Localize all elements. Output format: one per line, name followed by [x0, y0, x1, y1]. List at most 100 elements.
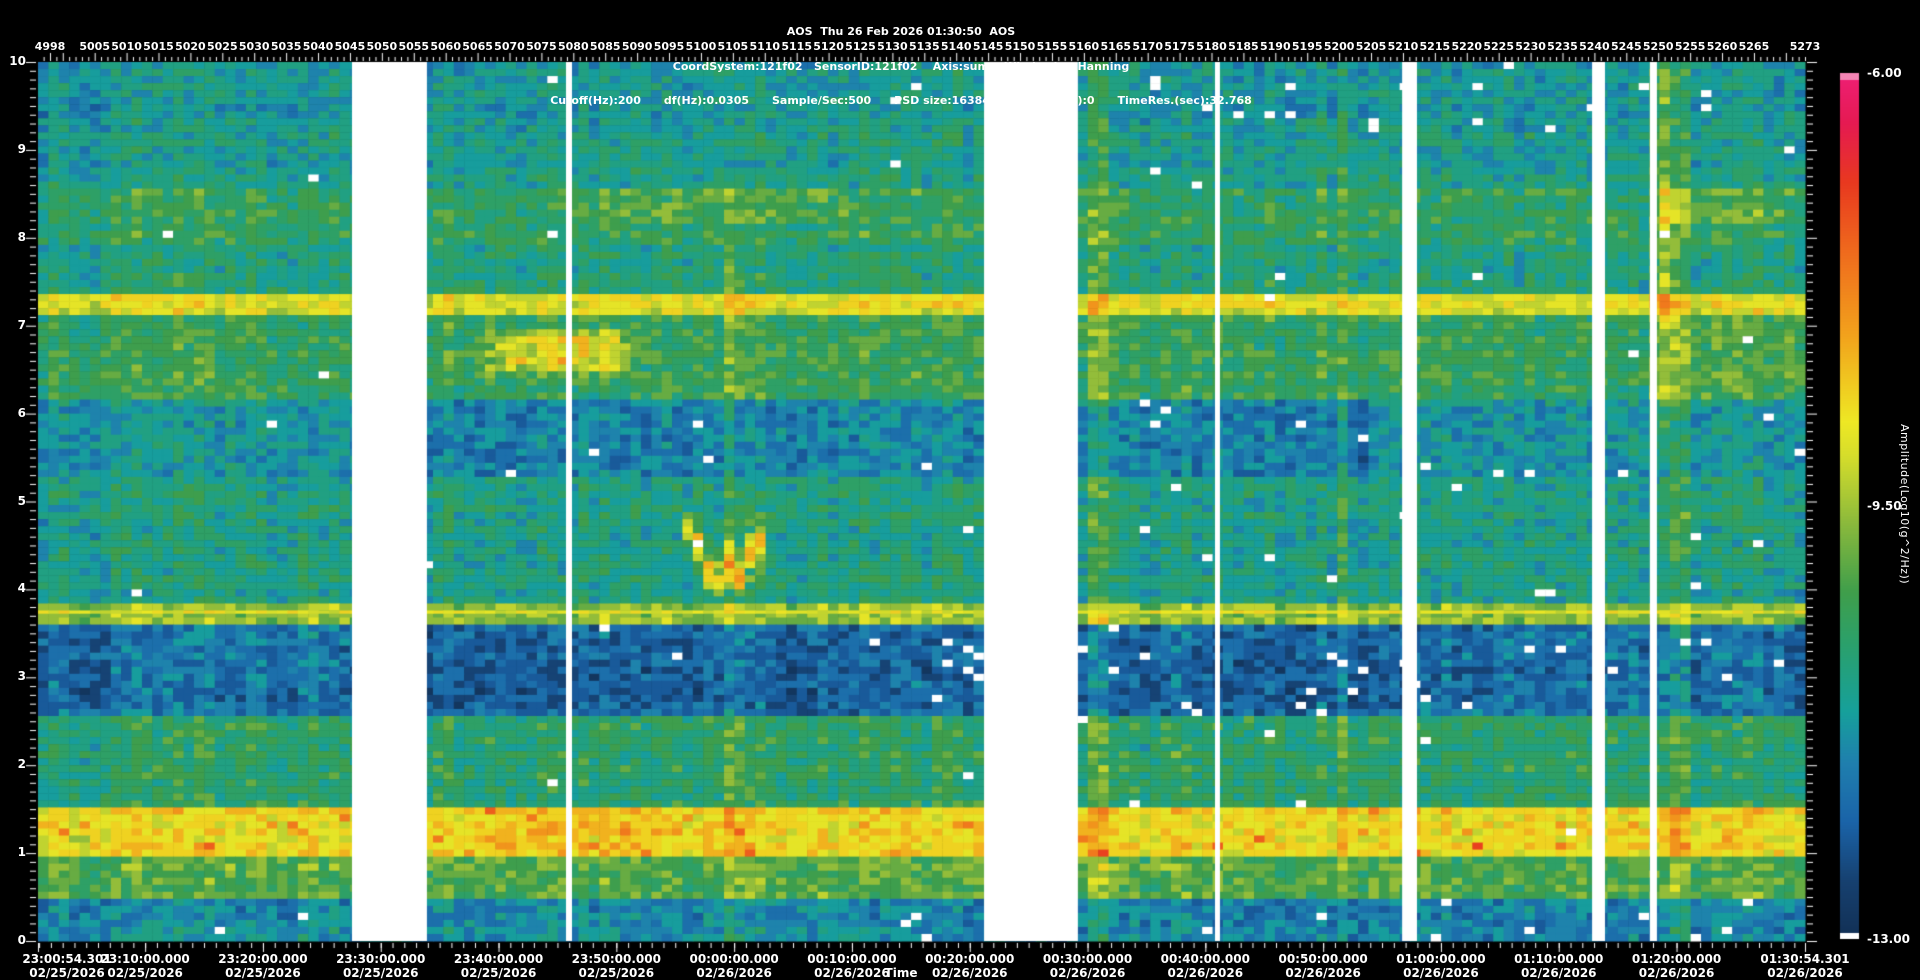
time-tick-label: 00:00:00.000 02/26/2026: [669, 952, 799, 980]
record-label: 5075: [526, 40, 557, 53]
record-label: 5140: [940, 40, 972, 53]
time-tick-date: 02/26/2026: [696, 966, 772, 980]
time-tick-time: 01:30:54.301: [1760, 952, 1850, 966]
time-tick-date: 02/25/2026: [107, 966, 183, 980]
time-tick-date: 02/26/2026: [1767, 966, 1843, 980]
time-tick-label: 23:20:00.000 02/25/2026: [198, 952, 328, 980]
record-label: 5160: [1068, 40, 1100, 53]
record-label: 5125: [845, 40, 876, 53]
time-tick-date: 02/26/2026: [1520, 966, 1597, 980]
record-label: 5045: [334, 40, 366, 53]
record-label: 5215: [1419, 40, 1451, 53]
time-tick-label: 23:40:00.000 02/25/2026: [434, 952, 564, 980]
record-label: 5150: [1004, 40, 1036, 53]
record-label: 5245: [1610, 40, 1642, 53]
frequency-tick-label: 9: [17, 141, 26, 156]
record-label: 5005: [79, 40, 110, 53]
record-label: 5195: [1291, 40, 1323, 53]
record-label: 5010: [111, 40, 142, 53]
record-label: 5105: [717, 40, 749, 53]
record-label: 5100: [685, 40, 717, 53]
frequency-tick-label: 1: [17, 845, 26, 860]
record-label: 5080: [557, 40, 589, 53]
record-label: 5165: [1100, 40, 1132, 53]
frequency-tick-label: 6: [17, 405, 26, 420]
record-label: 5115: [781, 40, 812, 53]
spectrogram-app-window: AOS Thu 26 Feb 2026 01:30:50 AOS CoordSy…: [0, 0, 1920, 980]
time-tick-label: 01:20:00.000 02/26/2026: [1612, 952, 1742, 980]
time-tick-label: 01:30:54.301 02/26/2026: [1740, 952, 1870, 980]
record-label: 5260: [1706, 40, 1738, 53]
record-label: 5095: [653, 40, 685, 53]
time-axis-title: Time: [884, 966, 918, 980]
frequency-tick-label: 2: [17, 757, 26, 772]
time-tick-date: 02/25/2026: [578, 966, 655, 980]
record-label: 5030: [238, 40, 270, 53]
record-label: 5225: [1483, 40, 1514, 53]
record-label: 5170: [1132, 40, 1163, 53]
time-tick-label: 23:50:00.000 02/25/2026: [551, 952, 681, 980]
record-label: 5060: [430, 40, 461, 53]
colorbar-tick-label: -13.00: [1867, 932, 1910, 946]
record-label: 5055: [398, 40, 430, 53]
time-tick-time: 01:20:00.000: [1631, 952, 1722, 966]
time-tick-time: 00:30:00.000: [1042, 952, 1133, 966]
record-label: 5175: [1164, 40, 1195, 53]
record-label: 5235: [1547, 40, 1578, 53]
record-label: 5050: [366, 40, 398, 53]
time-tick-label: 23:10:00.000 02/25/2026: [80, 952, 210, 980]
record-label: 5025: [206, 40, 238, 53]
frequency-tick-label: 10: [9, 54, 26, 68]
time-tick-time: 23:50:00.000: [571, 952, 661, 966]
header-params-line1: CoordSystem:121f02 SensorID:121f02 Axis:…: [672, 59, 1130, 73]
time-tick-date: 02/25/2026: [225, 966, 301, 980]
time-tick-label: 00:50:00.000 02/26/2026: [1258, 952, 1388, 980]
colorbar-tick-label: -9.50: [1867, 499, 1902, 513]
time-tick-date: 02/25/2026: [342, 966, 419, 980]
record-label: 5120: [813, 40, 844, 53]
header-params-line2: Cutoff(Hz):200 df(Hz):0.0305 Sample/Sec:…: [550, 94, 1252, 107]
time-tick-date: 02/25/2026: [460, 966, 537, 980]
time-tick-label: 00:40:00.000 02/26/2026: [1140, 952, 1270, 980]
time-tick-time: 00:50:00.000: [1278, 952, 1368, 966]
record-label: 5035: [270, 40, 302, 53]
record-label: 5200: [1323, 40, 1355, 53]
time-tick-date: 02/26/2026: [1167, 966, 1244, 980]
time-tick-date: 02/26/2026: [931, 966, 1008, 980]
time-tick-date: 02/26/2026: [1285, 966, 1361, 980]
header-title: AOS Thu 26 Feb 2026 01:30:50 AOS: [786, 25, 1016, 38]
frequency-tick-label: 4: [17, 581, 26, 596]
frequency-tick-label: 0: [17, 933, 26, 947]
spectrogram-plot-canvas[interactable]: [0, 0, 1920, 980]
time-tick-label: 01:10:00.000 02/26/2026: [1494, 952, 1624, 980]
time-tick-label: 00:30:00.000 02/26/2026: [1023, 952, 1153, 980]
colorbar-axis-title: Amplitude(Log10(g^2/Hz)): [1898, 424, 1911, 585]
record-label: 5155: [1036, 40, 1068, 53]
record-label: 5015: [143, 40, 174, 53]
record-label: 5020: [175, 40, 206, 53]
time-tick-time: 00:20:00.000: [925, 952, 1015, 966]
time-tick-label: 23:30:00.000 02/25/2026: [316, 952, 446, 980]
header: AOS Thu 26 Feb 2026 01:30:50 AOS CoordSy…: [550, 3, 1252, 130]
record-label: 5110: [749, 40, 781, 53]
time-tick-time: 01:00:00.000: [1396, 952, 1486, 966]
record-label: 5040: [302, 40, 334, 53]
record-label: 5230: [1515, 40, 1546, 53]
time-tick-time: 23:40:00.000: [453, 952, 544, 966]
frequency-tick-label: 5: [17, 493, 26, 508]
time-tick-time: 00:40:00.000: [1160, 952, 1250, 966]
record-label: 5255: [1674, 40, 1706, 53]
record-label: 5130: [877, 40, 908, 53]
record-label: 5070: [494, 40, 525, 53]
record-label: 5135: [908, 40, 940, 53]
time-tick-date: 02/26/2026: [1049, 966, 1126, 980]
record-label: 5180: [1196, 40, 1227, 53]
time-tick-time: 01:10:00.000: [1514, 952, 1604, 966]
record-label: 5085: [589, 40, 621, 53]
frequency-tick-label: 7: [17, 317, 26, 332]
record-label: 5065: [462, 40, 493, 53]
time-tick-time: 00:10:00.000: [807, 952, 897, 966]
time-tick-time: 23:20:00.000: [218, 952, 308, 966]
time-tick-date: 02/26/2026: [1403, 966, 1479, 980]
record-label: 5273: [1789, 40, 1821, 53]
